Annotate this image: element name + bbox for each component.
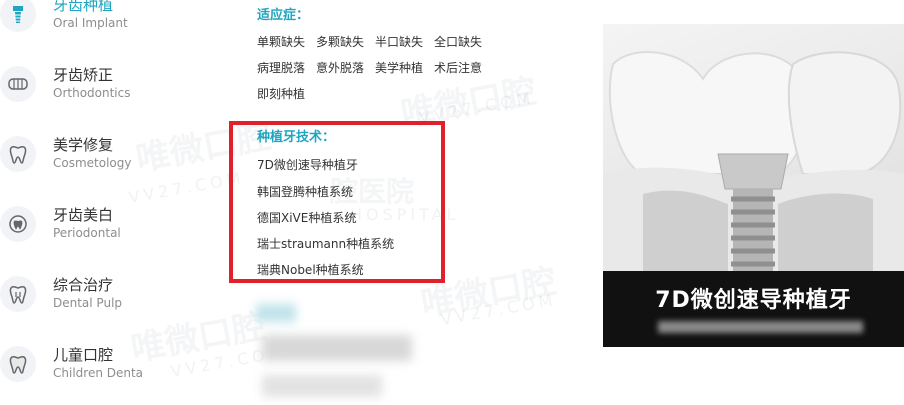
- indication-link[interactable]: 单颗缺失: [257, 33, 305, 50]
- blurred-placeholder: [256, 304, 296, 322]
- nav-item-dental-pulp[interactable]: 综合治疗 Dental Pulp: [0, 268, 200, 328]
- indication-link[interactable]: 即刻种植: [257, 85, 305, 102]
- nav-label-cn: 牙齿种植: [53, 0, 114, 14]
- nav-item-orthodontics[interactable]: 牙齿矫正 Orthodontics: [0, 58, 200, 118]
- nav-label-cn: 牙齿美白: [53, 206, 114, 224]
- indication-link[interactable]: 术后注意: [434, 59, 482, 76]
- indication-link[interactable]: 美学种植: [375, 59, 423, 76]
- nav-label-en: Periodontal: [53, 226, 121, 240]
- child-tooth-icon: [0, 346, 36, 382]
- promo-caption: 7D微创速导种植牙: [655, 288, 852, 313]
- indications-row: 即刻种植: [257, 85, 316, 102]
- nav-label-cn: 牙齿矫正: [53, 66, 114, 84]
- nav-item-children[interactable]: 儿童口腔 Children Denta: [0, 338, 200, 398]
- braces-icon: [0, 66, 36, 102]
- blurred-placeholder: [262, 375, 382, 397]
- indication-link[interactable]: 半口缺失: [375, 33, 423, 50]
- nav-label-cn: 综合治疗: [53, 276, 114, 294]
- highlight-box: [229, 121, 445, 283]
- blurred-subcaption: [658, 321, 863, 333]
- implant-illustration: [603, 51, 904, 274]
- nav-label-cn: 儿童口腔: [53, 346, 114, 364]
- watermark-domain: VV27.COM: [439, 289, 558, 330]
- nav-item-periodontal[interactable]: 牙齿美白 Periodontal: [0, 198, 200, 258]
- indications-row: 单颗缺失 多颗缺失 半口缺失 全口缺失: [257, 33, 493, 50]
- nav-label-cn: 美学修复: [53, 136, 114, 154]
- nav-label-en: Cosmetology: [53, 156, 132, 170]
- nav-item-oral-implant[interactable]: 牙齿种植 Oral Implant: [0, 0, 200, 48]
- indication-link[interactable]: 病理脱落: [257, 59, 305, 76]
- nav-label-en: Children Denta: [53, 366, 144, 380]
- indications-row: 病理脱落 意外脱落 美学种植 术后注意: [257, 59, 493, 76]
- tooth-icon: [0, 136, 36, 172]
- implant-icon: [0, 0, 36, 32]
- indication-link[interactable]: 多颗缺失: [316, 33, 364, 50]
- indications-title: 适应症：: [257, 8, 310, 23]
- blurred-placeholder: [262, 335, 412, 361]
- promo-image[interactable]: 7D微创速导种植牙: [603, 24, 904, 347]
- nav-label-en: Oral Implant: [53, 16, 128, 30]
- nav-label-en: Dental Pulp: [53, 296, 123, 310]
- indication-link[interactable]: 全口缺失: [434, 33, 482, 50]
- indication-link[interactable]: 意外脱落: [316, 59, 364, 76]
- nav-item-cosmetology[interactable]: 美学修复 Cosmetology: [0, 128, 200, 188]
- tooth-root-icon: [0, 276, 36, 312]
- whitening-icon: [0, 206, 36, 242]
- nav-label-en: Orthodontics: [53, 86, 131, 100]
